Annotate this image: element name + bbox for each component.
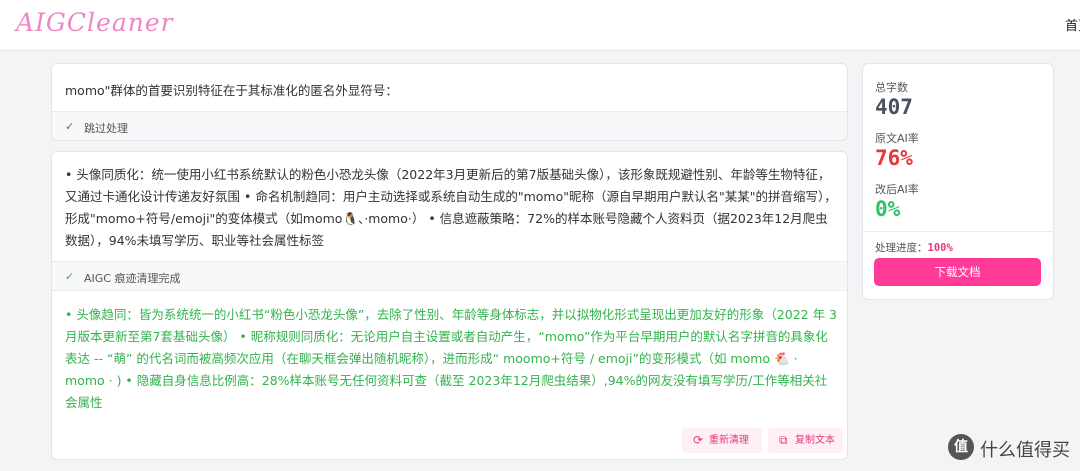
watermark-text: 什么值得买	[980, 440, 1070, 461]
reclean-button[interactable]: ⟳ 重新清理	[682, 428, 762, 453]
status-row-complete: ✓ AIGC 痕迹清理完成	[52, 261, 847, 291]
stats-panel: 总字数 407 原文AI率 76% 改后AI率 0% 处理进度：100% 下载文…	[862, 63, 1054, 300]
check-icon: ✓	[65, 120, 75, 133]
divider	[863, 231, 1053, 232]
original-paragraph-card: momo"群体的首要识别特征在于其标准化的匿名外显符号： ✓ 跳过处理	[51, 63, 848, 141]
app-logo[interactable]: AIGCleaner	[16, 8, 174, 37]
total-chars-value: 407	[875, 95, 913, 119]
processed-paragraph-card: • 头像同质化：统一使用小红书系统默认的粉色小恐龙头像（2022年3月更新后的第…	[51, 151, 848, 460]
copy-icon: ⧉	[779, 433, 788, 447]
check-icon: ✓	[65, 270, 75, 283]
top-bar: AIGCleaner 首页	[0, 0, 1080, 51]
after-ai-rate-label: 改后AI率	[875, 183, 919, 196]
copy-label: 复制文本	[795, 435, 835, 446]
status-label: AIGC 痕迹清理完成	[84, 272, 181, 285]
smzdm-logo-icon: 值	[948, 434, 974, 460]
reclean-label: 重新清理	[709, 435, 749, 446]
after-ai-rate-value: 0%	[875, 197, 901, 221]
original-ai-rate-label: 原文AI率	[875, 132, 919, 145]
status-row-skipped: ✓ 跳过处理	[52, 111, 847, 140]
copy-text-button[interactable]: ⧉ 复制文本	[768, 428, 843, 453]
download-document-button[interactable]: 下载文档	[874, 258, 1041, 286]
total-chars-label: 总字数	[875, 81, 908, 94]
cleaned-text: • 头像趋同：皆为系统统一的小红书“粉色小恐龙头像”，去除了性别、年龄等身体标志…	[65, 307, 838, 410]
original-text: • 头像同质化：统一使用小红书系统默认的粉色小恐龙头像（2022年3月更新后的第…	[65, 167, 837, 248]
original-ai-rate-value: 76%	[875, 146, 913, 170]
smzdm-watermark: 值 什么值得买	[948, 432, 1080, 462]
progress-label: 处理进度：	[875, 242, 928, 254]
original-paragraph-text: momo"群体的首要识别特征在于其标准化的匿名外显符号：	[65, 83, 398, 98]
progress-value: 100%	[927, 242, 953, 254]
refresh-icon: ⟳	[693, 433, 704, 447]
status-label: 跳过处理	[84, 122, 128, 135]
progress-text: 处理进度：100%	[875, 240, 953, 255]
nav-home-link[interactable]: 首页	[1065, 15, 1080, 34]
